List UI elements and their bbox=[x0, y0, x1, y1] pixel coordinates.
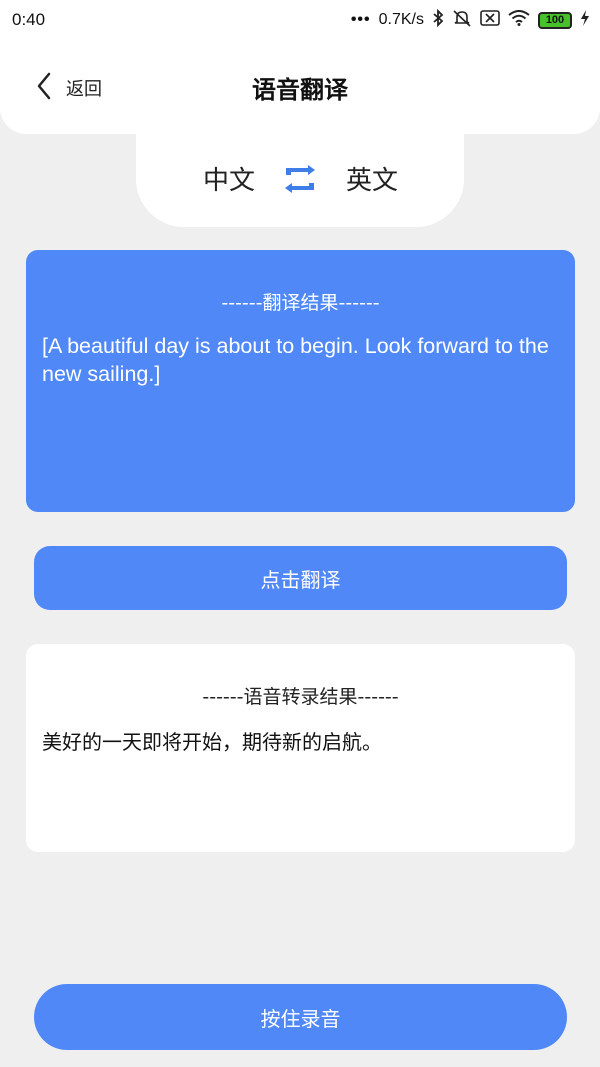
hold-to-record-button[interactable]: 按住录音 bbox=[34, 984, 567, 1050]
sim-off-icon bbox=[480, 9, 500, 31]
status-time: 0:40 bbox=[12, 10, 46, 29]
mute-icon bbox=[452, 9, 472, 32]
translate-button[interactable]: 点击翻译 bbox=[34, 546, 567, 610]
status-icons: ••• 0.7K/s 100 bbox=[350, 8, 590, 32]
charging-icon bbox=[580, 9, 590, 31]
swap-icon[interactable] bbox=[282, 164, 318, 194]
translation-result-text: [A beautiful day is about to begin. Look… bbox=[42, 334, 549, 386]
wifi-icon bbox=[508, 9, 530, 31]
translation-result-title: ------翻译结果------ bbox=[221, 292, 380, 314]
target-language[interactable]: 英文 bbox=[346, 160, 398, 197]
translation-result-card: ------翻译结果------ [A beautiful day is abo… bbox=[26, 250, 575, 512]
battery-icon: 100 bbox=[538, 11, 572, 29]
back-button[interactable]: 返回 bbox=[36, 72, 102, 104]
transcription-result-title: ------语音转录结果------ bbox=[202, 686, 399, 708]
transcription-result-text: 美好的一天即将开始，期待新的启航。 bbox=[42, 730, 382, 754]
transcription-result-card: ------语音转录结果------ 美好的一天即将开始，期待新的启航。 bbox=[26, 644, 575, 852]
back-label: 返回 bbox=[66, 79, 102, 100]
status-bar: 0:40 ••• 0.7K/s 100 bbox=[0, 0, 600, 40]
network-speed: 0.7K/s bbox=[378, 11, 424, 28]
notification-dots: ••• bbox=[350, 11, 371, 28]
back-arrow-icon bbox=[36, 72, 52, 104]
bluetooth-icon bbox=[432, 8, 444, 32]
source-language[interactable]: 中文 bbox=[203, 160, 255, 197]
